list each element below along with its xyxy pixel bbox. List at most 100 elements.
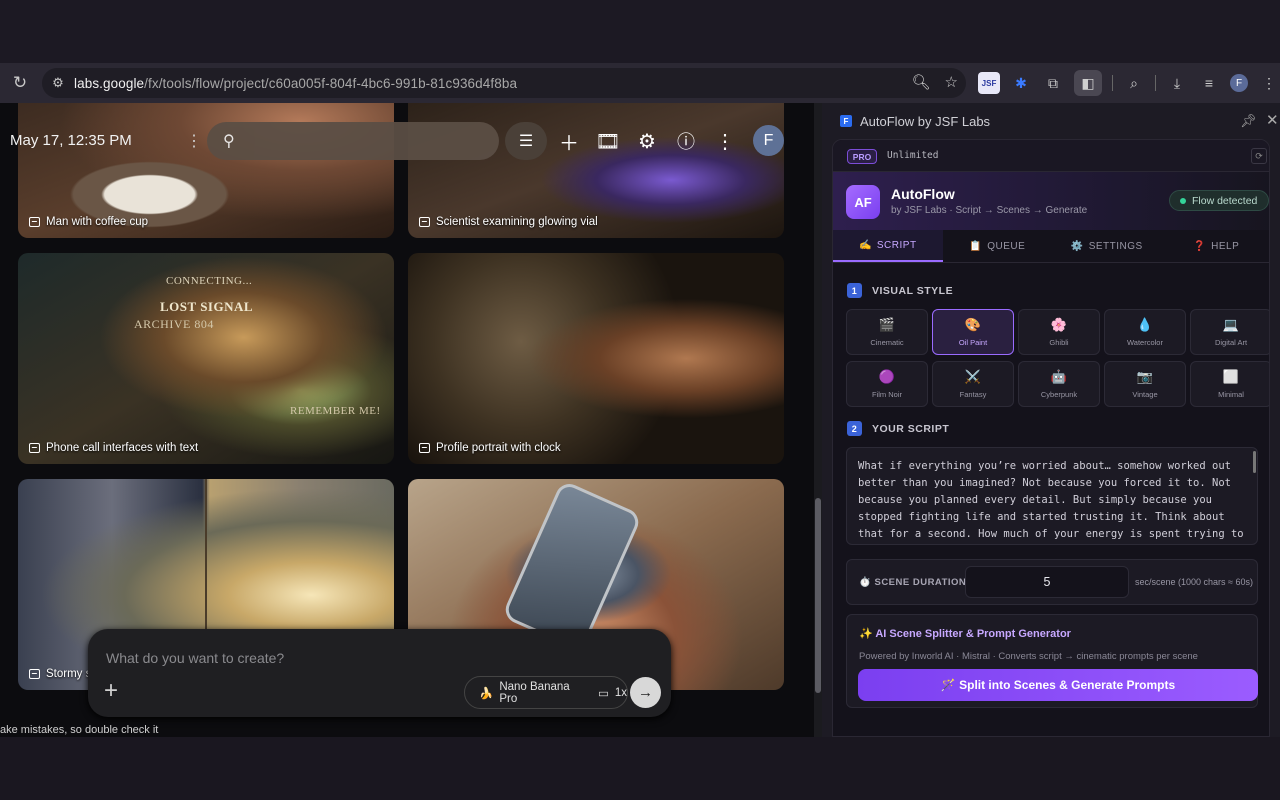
help-icon: ⓘ [677,132,695,152]
tab-script[interactable]: ✍️ SCRIPT [833,230,943,262]
address-bar[interactable]: ⚙ labs.google/fx/tools/flow/project/c60a… [42,68,966,98]
scene-text: CONNECTING... [166,275,253,287]
disclaimer-text: ake mistakes, so double check it [0,724,159,736]
card-title: Scientist examining glowing vial [436,216,598,228]
aspect-icon: ▭ [597,687,609,700]
zoom-icon[interactable]: 🔍︎ [912,73,931,91]
ai-splitter-box: ✨ AI Scene Splitter & Prompt Generator P… [846,614,1258,708]
brand-logo: AF [846,185,880,219]
image-icon [29,217,40,227]
scenebuilder-button[interactable]: 🎞︎ [591,122,625,160]
style-ghibli[interactable]: 🌸 Ghibli [1018,309,1100,355]
more-vert-icon[interactable]: ⋮ [186,131,202,151]
more-button[interactable]: ⋮ [708,122,742,160]
plus-icon: ＋ [559,132,579,155]
split-scenes-button[interactable]: 🪄 Split into Scenes & Generate Prompts [858,669,1258,701]
site-info-icon[interactable]: ⚙ [42,75,74,91]
filter-icon: ☰ [518,133,534,150]
help-button[interactable]: ⓘ [669,122,703,160]
style-grid: 🎬 Cinematic 🎨 Oil Paint 🌸 Ghibli 💧 Watercolo… [846,309,1269,407]
more-vert-icon: ⋮ [715,130,735,153]
style-digital-art[interactable]: 💻 Digital Art [1190,309,1269,355]
style-cyberpunk[interactable]: 🤖 Cyberpunk [1018,361,1100,407]
add-button[interactable]: ＋ [552,122,586,160]
scene-text: ARCHIVE 804 [134,317,214,331]
model-selector[interactable]: 🍌 Nano Banana Pro ▭ 1x [464,676,628,709]
search-input[interactable]: ⚲ [207,122,499,160]
model-name: Nano Banana Pro [499,680,570,705]
your-script-heading: 2 YOUR SCRIPT [847,421,949,436]
palette-icon: 🎨 [964,317,982,332]
side-panel-icon[interactable]: ◧ [1074,70,1102,96]
tab-settings[interactable]: ⚙️ SETTINGS [1052,230,1162,262]
style-watercolor[interactable]: 💧 Watercolor [1104,309,1186,355]
card-title: Man with coffee cup [46,216,149,228]
send-button[interactable]: → [630,677,661,708]
card-title: Phone call interfaces with text [46,442,199,454]
url-text[interactable]: labs.google/fx/tools/flow/project/c60a00… [74,76,517,91]
side-panel: F AutoFlow by JSF Labs 📌︎ ✕ PRO Unlimite… [822,103,1280,737]
style-cinematic[interactable]: 🎬 Cinematic [846,309,928,355]
download-icon[interactable]: ⤓ [1166,72,1188,94]
reading-list-icon[interactable]: ≡ [1198,72,1220,94]
style-film-noir[interactable]: 🟣 Film Noir [846,361,928,407]
page-scrollbar[interactable] [814,103,822,737]
prompt-composer: What do you want to create? + 🍌 Nano Ban… [88,629,671,717]
pin-icon[interactable]: 📌︎ [1240,113,1257,129]
card-title: Profile portrait with clock [436,442,561,454]
image-card[interactable]: CONNECTING... LOST SIGNAL ARCHIVE 804 RE… [18,253,394,464]
output-count: 1x [614,686,627,699]
refresh-icon[interactable]: ⟳ [1251,148,1267,164]
purple-circle-icon: 🟣 [878,369,896,384]
brand-name: AutoFlow [891,186,955,202]
style-oil-paint[interactable]: 🎨 Oil Paint [932,309,1014,355]
scene-text: REMEMBER ME! [290,405,381,417]
status-dot-icon [1180,197,1186,204]
close-icon[interactable]: ✕ [1266,111,1279,129]
duration-unit: sec/scene (1000 chars ≈ 60s) [1135,577,1253,587]
jsf-extension-icon[interactable]: JSF [978,72,1000,94]
autoflow-panel: PRO Unlimited ⟳ AF AutoFlow by JSF Labs … [832,139,1270,737]
plan-label: Unlimited [887,150,939,161]
tab-help[interactable]: ❓ HELP [1162,230,1270,262]
style-fantasy[interactable]: ⚔️ Fantasy [932,361,1014,407]
image-card[interactable]: Profile portrait with clock [408,253,784,464]
filter-button[interactable]: ☰ [505,122,547,160]
avatar[interactable]: F [753,125,784,156]
visual-style-heading: 1 VISUAL STYLE [847,283,953,298]
timer-icon: ⏱️ [859,577,872,588]
side-panel-title: AutoFlow by JSF Labs [860,114,991,129]
image-icon [29,443,40,453]
add-media-icon[interactable]: + [104,677,118,705]
browser-profile-avatar[interactable]: F [1230,74,1248,92]
status-badge: Flow detected [1169,190,1269,211]
brand-subtitle: by JSF Labs · Script → Scenes → Generate [891,205,1088,216]
ai-splitter-description: Powered by Inworld AI · Mistral · Conver… [859,651,1198,662]
style-vintage[interactable]: 📷 Vintage [1104,361,1186,407]
extensions-icon[interactable]: ⧉ [1042,72,1064,94]
reload-icon[interactable]: ↻ [0,73,40,93]
window-top-band [0,0,1280,63]
robot-icon: 🤖 [1050,369,1068,384]
gear-icon: ⚙ [638,130,656,153]
bookmark-star-icon[interactable]: ☆ [945,73,958,91]
browser-toolbar: ↻ ⚙ labs.google/fx/tools/flow/project/c6… [0,63,1280,103]
image-icon [419,443,430,453]
script-scrollbar[interactable] [1253,451,1256,473]
phone-illustration [501,479,643,653]
scene-duration-input[interactable]: 5 [965,566,1129,598]
arrow-right-icon: → [638,684,653,701]
style-minimal[interactable]: ⬜ Minimal [1190,361,1269,407]
banana-icon: 🍌 [479,687,494,700]
prompt-input[interactable]: What do you want to create? [106,650,284,666]
search-icon: ⚲ [223,133,235,150]
scene-duration-row: ⏱️ SCENE DURATION 5 sec/scene (1000 char… [846,559,1258,605]
tab-queue[interactable]: 📋 QUEUE [943,230,1053,262]
scrollbar-thumb[interactable] [815,498,821,693]
image-icon [29,669,40,679]
browser-menu-icon[interactable]: ⋮ [1258,72,1280,94]
settings-button[interactable]: ⚙ [630,122,664,160]
script-textarea[interactable]: What if everything you’re worried about…… [846,447,1258,545]
puzzle-extension-icon[interactable]: ✱ [1010,72,1032,94]
search-tabs-icon[interactable]: ⌕ [1123,72,1145,94]
